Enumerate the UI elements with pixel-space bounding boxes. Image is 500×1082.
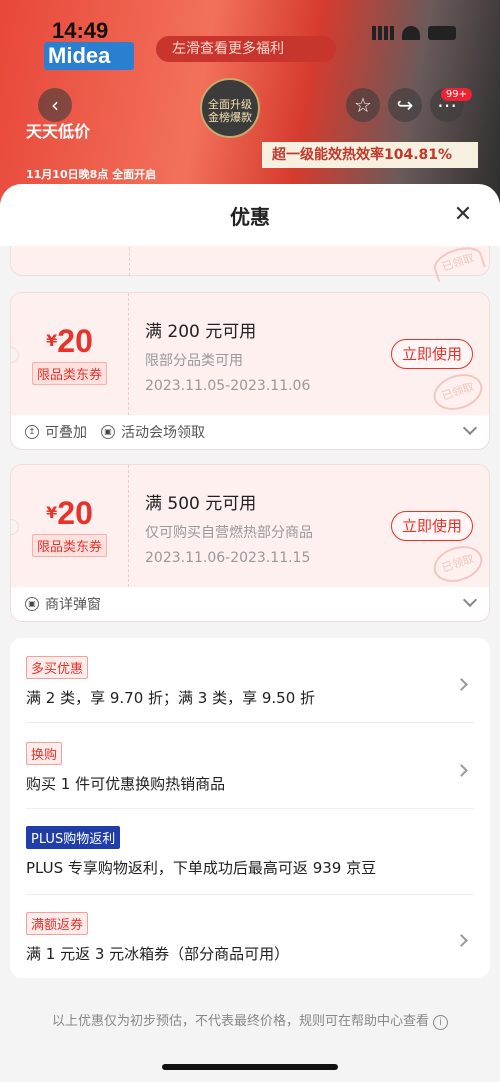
coupon-value: ¥20 限品类东券 (11, 293, 129, 415)
promotion-tag: 多买优惠 (26, 656, 89, 679)
coupon-info: 满 500 元可用 仅可购买自营燃热部分商品 2023.11.06-2023.1… (145, 489, 313, 566)
claimed-stamp: 已领取 (430, 241, 486, 283)
coupon-date: 2023.11.05-2023.11.06 (145, 378, 311, 394)
promotion-text: 满 1 元返 3 元冰箱券（部分商品可用） (26, 945, 290, 963)
event-title: 天天低价 (26, 122, 91, 141)
info-icon[interactable]: i (433, 1015, 448, 1030)
promotion-text: 购买 1 件可优惠换购热销商品 (26, 775, 226, 793)
stack-icon: ↥ (25, 425, 39, 439)
chevron-down-icon[interactable] (462, 592, 478, 608)
promotion-item[interactable]: 多买优惠 满 2 类，享 9.70 折；满 3 类，享 9.50 折 (26, 656, 474, 708)
wifi-icon (402, 26, 420, 40)
coupon-value: ¥20 限品类东券 (11, 465, 129, 587)
status-indicators (372, 26, 456, 40)
chevron-down-icon[interactable] (462, 420, 478, 436)
coupon-tags[interactable]: ▣ 商详弹窗 (11, 587, 489, 621)
coupon-tag: 商详弹窗 (45, 597, 101, 613)
efficiency-label: 超一级能效热效率104.81% (262, 142, 478, 168)
coupon-condition: 满 500 元可用 (145, 494, 257, 514)
coupon-amount: 20 (57, 495, 93, 531)
home-indicator[interactable] (162, 1064, 338, 1070)
promotion-item[interactable]: 换购 购买 1 件可优惠换购热销商品 (26, 742, 474, 794)
coupon-type: 限品类东券 (31, 362, 107, 385)
promotion-tag: 满额返券 (26, 912, 89, 935)
coupon-scope: 仅可购买自营燃热部分商品 (145, 525, 313, 541)
coupon-amount: 20 (57, 323, 93, 359)
promotion-item[interactable]: 满额返券 满 1 元返 3 元冰箱券（部分商品可用） (26, 912, 474, 964)
grade-badge: 全面升级 金榜爆款 (200, 78, 260, 138)
promotion-list: 多买优惠 满 2 类，享 9.70 折；满 3 类，享 9.50 折 换购 购买… (10, 638, 490, 978)
close-icon[interactable]: ✕ (450, 202, 476, 228)
coupon-card: ¥20 限品类东券 满 200 元可用 限部分品类可用 2023.11.05-2… (10, 292, 490, 450)
coupon-date: 2023.11.06-2023.11.15 (145, 550, 311, 566)
coupon-currency: ¥ (46, 331, 58, 350)
footnote: 以上优惠仅为初步预估，不代表最终价格，规则可在帮助中心查看 i (0, 1010, 500, 1030)
event-subtitle: 11月10日晚8点 全面开启 (26, 168, 157, 181)
event-ad: 天天低价 11月10日晚8点 全面开启 (26, 118, 176, 181)
coupon-scope: 限部分品类可用 (145, 353, 243, 369)
promotion-item[interactable]: PLUS购物返利 PLUS 专享购物返利，下单成功后最高可返 939 京豆 (26, 826, 474, 878)
popup-icon: ▣ (25, 597, 39, 611)
cart-badge: 99+ (440, 88, 472, 101)
claimed-stamp: 已领取 (428, 368, 488, 416)
venue-icon: ▣ (101, 425, 115, 439)
coupon-tag: 可叠加 (45, 425, 87, 441)
battery-icon (428, 26, 456, 40)
use-now-button[interactable]: 立即使用 (390, 511, 473, 541)
promotion-text: PLUS 专享购物返利，下单成功后最高可返 939 京豆 (26, 859, 377, 877)
coupon-tags[interactable]: ↥ 可叠加 ▣ 活动会场领取 (11, 415, 489, 449)
coupon-tag: 活动会场领取 (121, 425, 205, 441)
sheet-title: 优惠 (230, 205, 270, 229)
back-icon[interactable]: ‹ (38, 88, 72, 122)
promo-hint[interactable]: 左滑查看更多福利 (156, 36, 336, 62)
coupon-currency: ¥ (46, 503, 58, 522)
claimed-stamp: 已领取 (428, 540, 488, 588)
use-now-button[interactable]: 立即使用 (390, 339, 473, 369)
promotion-tag: 换购 (26, 742, 63, 765)
status-time: 14:49 (52, 18, 109, 43)
discount-sheet: 优惠 ✕ 已领取 ¥20 限品类东券 满 200 元可用 限部分品类可用 202… (0, 184, 500, 1082)
coupon-card: ¥20 限品类东券 满 500 元可用 仅可购买自营燃热部分商品 2023.11… (10, 464, 490, 622)
coupon-condition: 满 200 元可用 (145, 322, 257, 342)
star-icon[interactable]: ☆ (346, 88, 380, 122)
footnote-text: 以上优惠仅为初步预估，不代表最终价格，规则可在帮助中心查看 (51, 1014, 429, 1029)
signal-icon (372, 26, 394, 40)
coupon-type: 限品类东券 (31, 534, 107, 557)
promotion-text: 满 2 类，享 9.70 折；满 3 类，享 9.50 折 (26, 689, 316, 707)
promotion-tag: PLUS购物返利 (26, 826, 121, 849)
brand-logo: Midea (44, 42, 134, 70)
sheet-header: 优惠 ✕ (0, 184, 500, 246)
share-icon[interactable]: ↪ (388, 88, 422, 122)
coupon-info: 满 200 元可用 限部分品类可用 2023.11.05-2023.11.06 (145, 317, 310, 394)
